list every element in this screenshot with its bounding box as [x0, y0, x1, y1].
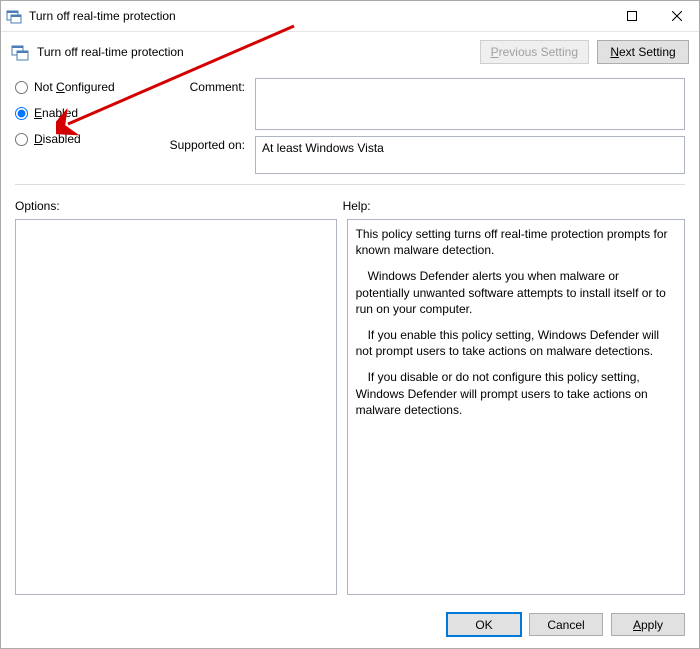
cancel-button[interactable]: Cancel [529, 613, 603, 636]
titlebar: Turn off real-time protection [1, 1, 699, 32]
previous-setting-button: Previous Setting [480, 40, 589, 64]
config-area: Not Configured Enabled Disabled Comment: [1, 78, 699, 199]
pane-labels: Options: Help: [1, 199, 699, 213]
maximize-icon [627, 11, 637, 21]
supported-on-field [255, 136, 685, 174]
comment-label: Comment: [159, 78, 245, 94]
radio-disabled-label: Disabled [34, 132, 81, 146]
close-button[interactable] [654, 2, 699, 31]
help-paragraph: This policy setting turns off real-time … [356, 226, 676, 258]
radio-not-configured-label: Not Configured [34, 80, 115, 94]
help-pane[interactable]: This policy setting turns off real-time … [347, 219, 685, 595]
gpedit-icon [6, 8, 22, 24]
policy-editor-window: Turn off real-time protection Turn off r… [0, 0, 700, 649]
radio-enabled[interactable]: Enabled [15, 106, 147, 120]
ok-button[interactable]: OK [447, 613, 521, 636]
help-paragraph: If you enable this policy setting, Windo… [356, 327, 676, 359]
radio-disabled[interactable]: Disabled [15, 132, 147, 146]
radio-enabled-input[interactable] [15, 107, 28, 120]
policy-icon [11, 43, 29, 61]
options-label: Options: [15, 199, 337, 213]
separator [15, 184, 685, 185]
next-setting-button[interactable]: Next Setting [597, 40, 689, 64]
radio-disabled-input[interactable] [15, 133, 28, 146]
close-icon [672, 11, 682, 21]
policy-header-icon [11, 43, 37, 61]
apply-button[interactable]: Apply [611, 613, 685, 636]
window-title: Turn off real-time protection [27, 9, 609, 23]
radio-enabled-label: Enabled [34, 106, 78, 120]
window-icon [1, 8, 27, 24]
state-radiogroup: Not Configured Enabled Disabled [15, 78, 147, 158]
options-pane[interactable] [15, 219, 337, 595]
dialog-footer: OK Cancel Apply [1, 605, 699, 648]
comment-field[interactable] [255, 78, 685, 130]
radio-not-configured-input[interactable] [15, 81, 28, 94]
policy-header: Turn off real-time protection Previous S… [1, 32, 699, 78]
help-paragraph: If you disable or do not configure this … [356, 369, 676, 418]
policy-title: Turn off real-time protection [37, 45, 472, 59]
help-paragraph: Windows Defender alerts you when malware… [356, 268, 676, 317]
panes: This policy setting turns off real-time … [1, 213, 699, 605]
maximize-button[interactable] [609, 2, 654, 31]
supported-on-label: Supported on: [159, 136, 245, 152]
radio-not-configured[interactable]: Not Configured [15, 80, 147, 94]
help-label: Help: [337, 199, 685, 213]
